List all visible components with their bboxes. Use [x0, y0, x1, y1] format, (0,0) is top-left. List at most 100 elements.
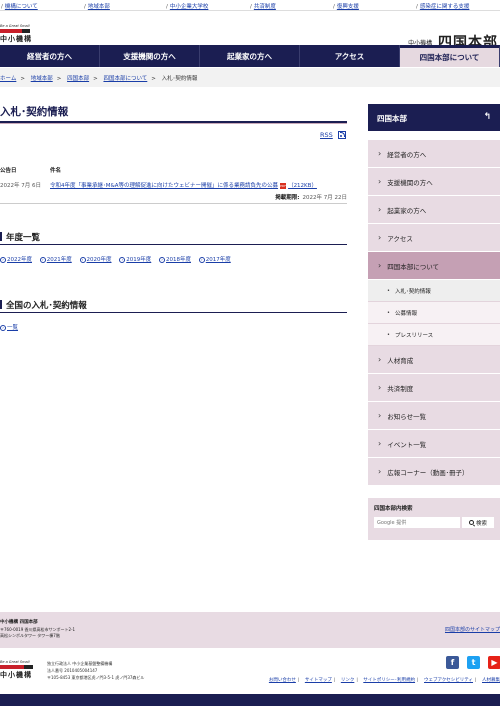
util-link-regional[interactable]: 地域本部	[84, 2, 110, 10]
notice-title-link[interactable]: 令和4年度「事業承継･M&A等の理解促進に向けたウェビナー開催」に係る業務請負先…	[50, 183, 278, 189]
footer-address-line2: 高松シンボルタワー タワー棟7階	[0, 633, 60, 638]
back-arrow-icon[interactable]: ↰	[483, 112, 491, 122]
sidebar-item-managers[interactable]: 経営者の方へ	[368, 140, 500, 168]
arrow-circle-icon: ›	[119, 256, 126, 263]
footer-logo[interactable]: Be a Great Small 中小機構	[0, 660, 33, 680]
util-link-about[interactable]: 機構について	[1, 2, 38, 10]
sidebar-heading-label: 四国本部	[377, 114, 407, 123]
table-header-subject: 件名	[50, 168, 62, 174]
sidebar-item-entrepreneurs[interactable]: 起業家の方へ	[368, 196, 500, 224]
gnav-item-access[interactable]: アクセス	[300, 45, 400, 67]
footer-link-links[interactable]: リンク	[341, 678, 355, 683]
arrow-circle-icon: ›	[79, 256, 86, 263]
breadcrumb-home[interactable]: ホーム	[0, 76, 16, 82]
year-link-2021[interactable]: 2021年度	[47, 257, 72, 263]
logo-bar	[0, 29, 30, 33]
util-link-recovery[interactable]: 復興支援	[333, 2, 359, 10]
breadcrumb-shikoku[interactable]: 四国本部	[67, 76, 89, 82]
facebook-icon[interactable]: f	[446, 656, 459, 669]
breadcrumb-separator: >	[151, 76, 156, 82]
sidebar-item-events[interactable]: イベント一覧	[368, 430, 500, 458]
footer-org-name: 独立行政法人 中小企業基盤整備機構	[47, 661, 113, 666]
twitter-icon[interactable]: t	[467, 656, 480, 669]
sidebar-item-mutual-aid[interactable]: 共済制度	[368, 374, 500, 402]
logo-tagline: Be a Great Small	[0, 24, 30, 28]
util-link-mutual-aid[interactable]: 共済制度	[250, 2, 276, 10]
footer-region-name: 中小機構 四国本部	[0, 620, 38, 625]
section-divider	[0, 244, 347, 245]
rss-link[interactable]: RSS	[320, 131, 333, 139]
breadcrumb: ホーム > 地域本部 > 四国本部 > 四国本部について > 入札･契約情報	[0, 68, 500, 87]
global-nav: 経営者の方へ 支援機関の方へ 起業家の方へ アクセス 四国本部について	[0, 45, 500, 67]
search-button[interactable]: 検索	[462, 517, 494, 528]
footer-logo-bar	[0, 665, 33, 669]
year-link-2017[interactable]: 2017年度	[206, 257, 231, 263]
title-divider	[0, 121, 347, 124]
section-heading-national: 全国の入札･契約情報	[0, 299, 87, 311]
sidebar-item-training[interactable]: 人材育成	[368, 346, 500, 374]
year-link-2022[interactable]: 2022年度	[7, 257, 32, 263]
pdf-icon: PDF	[280, 182, 287, 189]
util-link-institute[interactable]: 中小企業大学校	[166, 2, 209, 10]
gnav-item-managers[interactable]: 経営者の方へ	[0, 45, 100, 67]
row-divider	[0, 203, 347, 204]
sidebar-heading[interactable]: 四国本部 ↰	[368, 104, 500, 131]
sidebar-item-access[interactable]: アクセス	[368, 224, 500, 252]
regional-footer: 中小機構 四国本部 〒760-0019 香川県高松市サンポート2-1 高松シンボ…	[0, 612, 500, 648]
sidebar-subitem-press[interactable]: プレスリリース	[368, 324, 500, 346]
national-list-link[interactable]: 一覧	[7, 325, 18, 331]
breadcrumb-separator: >	[20, 76, 25, 82]
footer-bottom-strip	[0, 694, 500, 706]
notice-row: 令和4年度「事業承継･M&A等の理解促進に向けたウェビナー開催」に係る業務請負先…	[50, 181, 317, 189]
footer-link-accessibility[interactable]: ウェブアクセシビリティ	[424, 678, 473, 683]
site-logo[interactable]: Be a Great Small 中小機構	[0, 24, 31, 44]
year-link-2019[interactable]: 2019年度	[126, 257, 151, 263]
site-header: Be a Great Small 中小機構 中小機構 四国本部	[0, 11, 500, 51]
footer-links: お問い合わせ | サイトマップ | リンク | サイトポリシー･利用規約 | ウェブアク…	[268, 678, 500, 683]
sidebar-item-support-orgs[interactable]: 支援機関の方へ	[368, 168, 500, 196]
gnav-item-support-orgs[interactable]: 支援機関の方へ	[100, 45, 200, 67]
breadcrumb-about[interactable]: 四国本部について	[103, 76, 147, 82]
footer-hq-address: 〒105-8453 東京都港区虎ノ門3-5-1 虎ノ門37森ビル	[47, 675, 145, 680]
footer-org-info: 独立行政法人 中小企業基盤整備機構 法人番号 2010405004147 〒10…	[47, 660, 144, 681]
notice-file-size[interactable]: （212KB）	[288, 183, 317, 189]
regional-sitemap-link[interactable]: 四国本部のサイトマップ	[445, 626, 500, 633]
sidebar-item-news[interactable]: お知らせ一覧	[368, 402, 500, 430]
search-input[interactable]	[374, 517, 460, 528]
youtube-icon[interactable]: ▶	[488, 656, 500, 669]
arrow-circle-icon: ›	[39, 256, 46, 263]
year-link-2020[interactable]: 2020年度	[87, 257, 112, 263]
footer-link-contact[interactable]: お問い合わせ	[269, 678, 296, 683]
deadline-value: 2022年 7月 22日	[302, 195, 348, 201]
search-icon	[468, 520, 474, 525]
section-heading-years: 年度一覧	[0, 231, 40, 243]
arrow-circle-icon: ›	[198, 256, 205, 263]
sidebar-menu: 経営者の方へ 支援機関の方へ 起業家の方へ アクセス 四国本部について 入札･契…	[368, 140, 500, 486]
gnav-item-about-shikoku[interactable]: 四国本部について	[400, 45, 500, 67]
arrow-circle-icon: ›	[0, 256, 6, 263]
rss-icon[interactable]	[338, 131, 346, 139]
footer-logo-tagline: Be a Great Small	[0, 660, 30, 664]
footer-link-careers[interactable]: 人材募集	[482, 678, 500, 683]
utility-bar: 機構について 地域本部 中小企業大学校 共済制度 復興支援 感染症に関する支援	[0, 0, 500, 11]
table-header-date: 公告日	[0, 168, 17, 174]
page-title: 入札･契約情報	[0, 106, 69, 118]
national-links: › 一覧	[0, 323, 18, 331]
arrow-circle-icon: ›	[0, 324, 6, 331]
sidebar-subitem-recruitment[interactable]: 公募情報	[368, 302, 500, 324]
breadcrumb-separator: >	[93, 76, 98, 82]
sidebar-item-pr-corner[interactable]: 広報コーナー（動画･冊子）	[368, 458, 500, 486]
sidebar-subitem-bids[interactable]: 入札･契約情報	[368, 280, 500, 302]
breadcrumb-regional[interactable]: 地域本部	[31, 76, 53, 82]
notice-date: 2022年 7月 6日	[0, 183, 41, 189]
year-link-2018[interactable]: 2018年度	[166, 257, 191, 263]
section-divider	[0, 312, 347, 313]
footer-logo-text: 中小機構	[0, 671, 32, 679]
footer-link-policy[interactable]: サイトポリシー･利用規約	[363, 678, 415, 683]
util-link-infection[interactable]: 感染症に関する支援	[416, 2, 470, 10]
sidebar-item-about-shikoku[interactable]: 四国本部について	[368, 252, 500, 280]
gnav-item-entrepreneurs[interactable]: 起業家の方へ	[200, 45, 300, 67]
deadline-label: 掲載期限:	[275, 195, 300, 201]
footer-link-sitemap[interactable]: サイトマップ	[305, 678, 332, 683]
search-label: 四国本部内検索	[374, 506, 413, 512]
